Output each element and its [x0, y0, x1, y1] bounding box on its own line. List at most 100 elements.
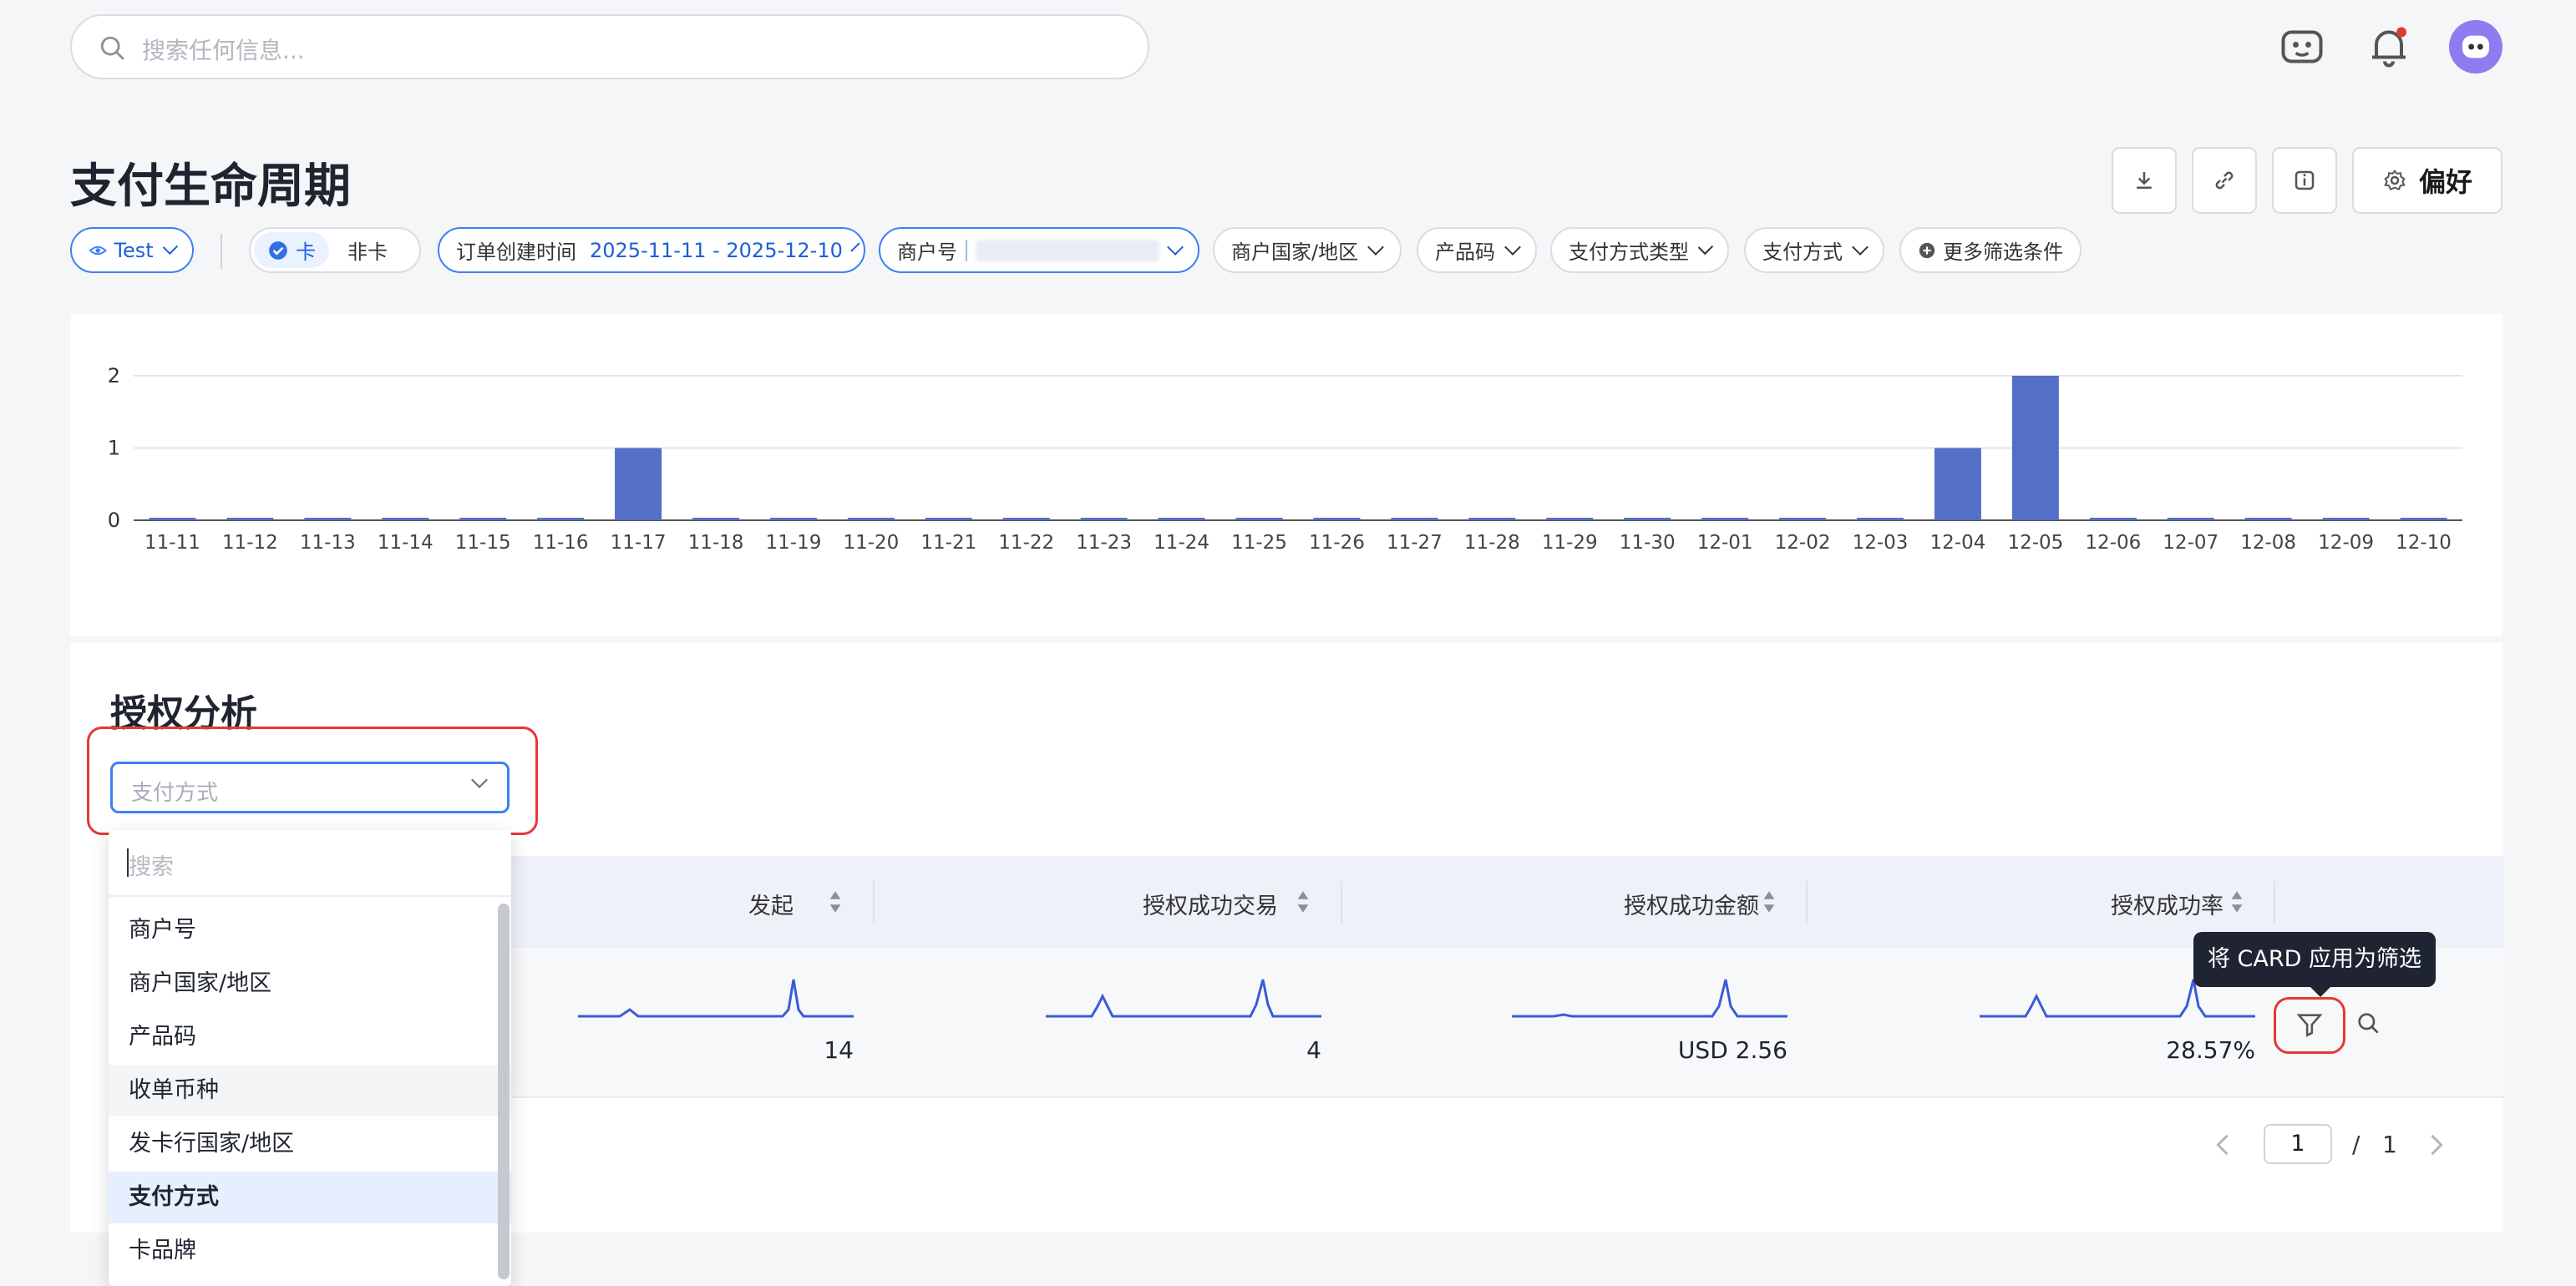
column-header-auth-success-rate[interactable]: 授权成功率 — [2040, 888, 2224, 920]
bar-12-04[interactable] — [1934, 448, 1981, 521]
x-tick-label: 11-11 — [145, 532, 200, 554]
x-tick-label: 12-02 — [1775, 532, 1831, 554]
bar-chart: 0 1 2 11-11 11-12 11-13 11-14 11-15 11-16 11-17 11… — [108, 364, 2462, 554]
bar-11-18[interactable] — [692, 518, 739, 520]
dimension-select[interactable]: 支付方式 — [110, 762, 510, 813]
divider — [2274, 881, 2275, 923]
dropdown-item-currency[interactable]: 收单币种 — [109, 1065, 511, 1116]
x-tick-label: 12-03 — [1853, 532, 1909, 554]
select-placeholder: 支付方式 — [131, 781, 219, 806]
y-tick-label: 2 — [108, 364, 120, 387]
dropdown-item-merchant-id[interactable]: 商户号 — [109, 904, 511, 956]
bar-11-24[interactable] — [1158, 518, 1205, 520]
next-page-icon[interactable] — [2427, 1134, 2446, 1156]
filter-tooltip: 将 CARD 应用为筛选 — [2193, 932, 2436, 997]
x-tick-label: 11-27 — [1387, 532, 1443, 554]
total-pages: 1 — [2382, 1131, 2397, 1158]
bar-11-19[interactable] — [769, 518, 817, 520]
divider — [873, 881, 875, 923]
bar-12-10[interactable] — [2400, 518, 2447, 520]
x-tick-label: 12-10 — [2396, 532, 2452, 554]
bar-11-20[interactable] — [847, 518, 895, 520]
dropdown-item-merchant-country[interactable]: 商户国家/地区 — [109, 958, 511, 1010]
cell-initiated: 14 — [824, 1036, 854, 1064]
dropdown-search-input[interactable]: 搜索 — [109, 830, 511, 897]
y-tick-label: 0 — [108, 509, 120, 532]
bar-12-03[interactable] — [1857, 518, 1904, 520]
x-tick-label: 12-08 — [2240, 532, 2296, 554]
bar-12-01[interactable] — [1701, 518, 1749, 520]
x-tick-label: 11-25 — [1231, 532, 1287, 554]
bar-12-07[interactable] — [2167, 518, 2214, 520]
dropdown-item-payment-method[interactable]: 支付方式 — [109, 1172, 511, 1223]
x-tick-label: 11-20 — [843, 532, 899, 554]
x-tick-label: 12-05 — [2007, 532, 2063, 554]
x-tick-label: 12-04 — [1930, 532, 1986, 554]
dropdown-item-card-brand[interactable]: 卡品牌 — [109, 1225, 511, 1277]
page-input[interactable]: 1 — [2264, 1124, 2332, 1164]
bar-11-17[interactable] — [615, 448, 662, 521]
sort-icon[interactable] — [2230, 889, 2244, 914]
dropdown-item-product-code[interactable]: 产品码 — [109, 1011, 511, 1063]
sort-icon[interactable] — [1762, 889, 1776, 914]
filter-icon[interactable] — [2295, 1010, 2324, 1039]
x-tick-label: 11-30 — [1620, 532, 1676, 554]
bar-11-22[interactable] — [1002, 518, 1050, 520]
x-tick-label: 11-12 — [222, 532, 278, 554]
x-tick-label: 11-21 — [920, 532, 976, 554]
bar-12-05[interactable] — [2011, 376, 2059, 520]
x-tick-label: 11-19 — [766, 532, 822, 554]
dimension-dropdown: 搜索 商户号 商户国家/地区 产品码 收单币种 发卡行国家/地区 支付方式 卡品… — [109, 830, 511, 1286]
divider — [1806, 881, 1808, 923]
x-tick-label: 12-07 — [2163, 532, 2219, 554]
x-tick-label: 11-14 — [378, 532, 434, 554]
bar-11-14[interactable] — [382, 518, 429, 520]
bar-11-23[interactable] — [1080, 518, 1128, 520]
bar-12-09[interactable] — [2322, 518, 2370, 520]
bar-11-12[interactable] — [226, 518, 274, 520]
chevron-down-icon — [471, 772, 488, 788]
x-tick-label: 11-23 — [1076, 532, 1132, 554]
bar-11-27[interactable] — [1391, 518, 1438, 520]
cell-auth-success-amount: USD 2.56 — [1677, 1036, 1787, 1064]
dropdown-scrollbar[interactable] — [498, 904, 510, 1279]
bar-11-28[interactable] — [1468, 518, 1516, 520]
bar-11-25[interactable] — [1235, 518, 1283, 520]
bar-11-30[interactable] — [1624, 518, 1671, 520]
bar-11-26[interactable] — [1313, 518, 1361, 520]
bar-11-21[interactable] — [925, 518, 972, 520]
sort-icon[interactable] — [829, 889, 842, 914]
x-tick-label: 11-16 — [533, 532, 589, 554]
sparkline-initiated — [578, 979, 854, 1018]
bar-11-11[interactable] — [149, 518, 196, 520]
x-tick-label: 11-18 — [688, 532, 744, 554]
cell-auth-success-rate: 28.57% — [2166, 1036, 2255, 1064]
column-header-initiated[interactable]: 发起 — [693, 888, 794, 920]
column-header-auth-success-amount[interactable]: 授权成功金额 — [1575, 888, 1759, 920]
sparkline-auth-success-amount — [1512, 979, 1787, 1018]
x-tick-label: 11-29 — [1542, 532, 1598, 554]
y-tick-label: 1 — [108, 437, 120, 460]
bar-12-08[interactable] — [2244, 518, 2292, 520]
divider — [1341, 881, 1342, 923]
bar-11-15[interactable] — [459, 518, 507, 520]
x-tick-label: 11-24 — [1154, 532, 1209, 554]
x-tick-label: 11-17 — [611, 532, 667, 554]
bar-12-02[interactable] — [1779, 518, 1827, 520]
cell-auth-success-tx: 4 — [1306, 1036, 1321, 1064]
column-header-auth-success-tx[interactable]: 授权成功交易 — [1111, 888, 1278, 920]
bar-12-06[interactable] — [2089, 518, 2137, 520]
dropdown-item-issuer-country[interactable]: 发卡行国家/地区 — [109, 1118, 511, 1170]
sparkline-auth-success-tx — [1046, 979, 1321, 1018]
x-tick-label: 11-15 — [455, 532, 511, 554]
bar-11-16[interactable] — [537, 518, 585, 520]
x-tick-label: 11-13 — [300, 532, 356, 554]
search-icon[interactable] — [2355, 1010, 2382, 1037]
bar-11-13[interactable] — [304, 518, 352, 520]
prev-page-icon[interactable] — [2213, 1134, 2232, 1156]
x-tick-label: 11-26 — [1309, 532, 1365, 554]
sort-icon[interactable] — [1296, 889, 1310, 914]
x-tick-label: 12-06 — [2085, 532, 2141, 554]
page-separator: / — [2352, 1131, 2360, 1158]
bar-11-29[interactable] — [1546, 518, 1594, 520]
